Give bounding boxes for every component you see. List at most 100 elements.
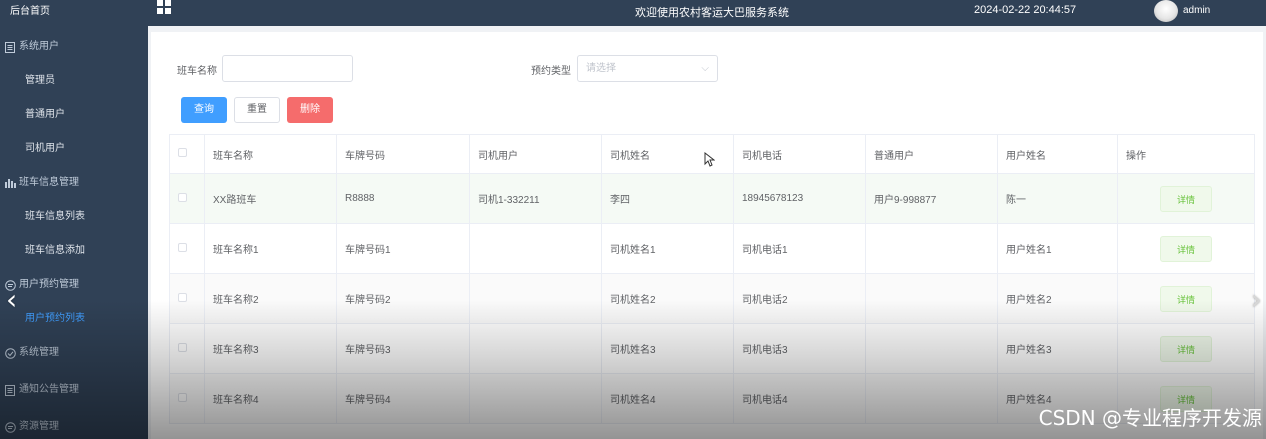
table-row: 班车名称2 车牌号码2 司机姓名2 司机电话2 用户姓名2 详情 <box>169 273 1255 324</box>
datetime: 2024-02-22 20:44:57 <box>974 4 1077 16</box>
table-cell <box>865 273 998 324</box>
table-cell: 车牌号码2 <box>336 273 470 324</box>
row-checkbox[interactable] <box>178 242 187 252</box>
sidebar-group-label: 系统用户 <box>19 41 59 52</box>
mouse-cursor-icon <box>704 151 716 170</box>
chat-icon <box>4 421 16 433</box>
booking-type-select[interactable]: 请选择 ⌵ <box>577 55 718 82</box>
sidebar-item-bus-add[interactable]: 班车信息添加 <box>0 234 148 268</box>
column-header: 用户姓名 <box>997 134 1118 174</box>
table-cell: 18945678123 <box>733 173 866 224</box>
detail-button[interactable]: 详情 <box>1160 235 1212 262</box>
username[interactable]: admin <box>1183 5 1210 16</box>
sidebar-item-booking-list[interactable]: 用户预约列表 <box>0 302 148 336</box>
document-icon <box>4 41 16 53</box>
sidebar-home[interactable]: 后台首页 <box>0 0 148 26</box>
watermark: CSDN @专业程序开发源 <box>1038 406 1262 430</box>
detail-button[interactable]: 详情 <box>1160 285 1212 312</box>
bus-name-input[interactable] <box>222 55 353 82</box>
row-checkbox[interactable] <box>178 392 187 402</box>
table-cell: 车牌号码4 <box>336 373 470 424</box>
column-header: 操作 <box>1117 134 1255 174</box>
sidebar-group-resource[interactable]: 资源管理 <box>0 410 148 439</box>
sidebar-group-label: 班车信息管理 <box>19 177 79 188</box>
table-cell: 班车名称2 <box>204 273 337 324</box>
row-select-cell <box>169 223 205 274</box>
row-checkbox[interactable] <box>178 192 187 202</box>
action-cell: 详情 <box>1117 173 1255 224</box>
column-header: 班车名称 <box>204 134 337 174</box>
table-cell: 班车名称4 <box>204 373 337 424</box>
chevron-down-icon: ⌵ <box>701 63 709 74</box>
table-cell: XX路班车 <box>204 173 337 224</box>
content-panel: 班车名称 预约类型 请选择 ⌵ 查询 重置 删除 班车名称 车牌号码 司机用户 … <box>151 32 1263 439</box>
row-select-cell <box>169 273 205 324</box>
table-cell: 用户9-998877 <box>865 173 998 224</box>
check-circle-icon <box>4 347 16 359</box>
prev-arrow-icon[interactable]: ‹ <box>6 283 17 316</box>
detail-button[interactable]: 详情 <box>1160 335 1212 362</box>
sidebar-group-bus-info[interactable]: 班车信息管理 <box>0 166 148 200</box>
booking-type-label: 预约类型 <box>531 66 571 77</box>
table-cell <box>865 323 998 374</box>
table-cell: 司机电话4 <box>733 373 866 424</box>
row-checkbox[interactable] <box>178 342 187 352</box>
reset-button[interactable]: 重置 <box>234 97 280 123</box>
action-cell: 详情 <box>1117 223 1255 274</box>
action-cell: 详情 <box>1117 273 1255 324</box>
table-cell: 司机电话1 <box>733 223 866 274</box>
booking-table: 班车名称 车牌号码 司机用户 司机姓名 司机电话 普通用户 用户姓名 操作 XX… <box>169 134 1255 424</box>
column-header: 司机电话 <box>733 134 866 174</box>
table-cell: 车牌号码1 <box>336 223 470 274</box>
sidebar-group-notice[interactable]: 通知公告管理 <box>0 373 148 407</box>
row-checkbox[interactable] <box>178 292 187 302</box>
next-arrow-icon[interactable]: › <box>1251 283 1262 316</box>
table-cell: 班车名称1 <box>204 223 337 274</box>
table-cell: 司机电话3 <box>733 323 866 374</box>
table-cell: R8888 <box>336 173 470 224</box>
table-cell: 司机1-332211 <box>469 173 602 224</box>
delete-button[interactable]: 删除 <box>287 97 333 123</box>
table-cell <box>865 373 998 424</box>
top-header: 欢迎使用农村客运大巴服务系统 2024-02-22 20:44:57 admin <box>148 0 1266 26</box>
sidebar-item-driver-user[interactable]: 司机用户 <box>0 132 148 166</box>
table-cell <box>469 273 602 324</box>
sidebar-group-label: 资源管理 <box>19 421 59 432</box>
detail-button[interactable]: 详情 <box>1160 185 1212 212</box>
avatar[interactable] <box>1154 0 1178 22</box>
sidebar-item-bus-list[interactable]: 班车信息列表 <box>0 200 148 234</box>
table-row: 班车名称3 车牌号码3 司机姓名3 司机电话3 用户姓名3 详情 <box>169 323 1255 374</box>
bar-chart-icon <box>4 177 16 189</box>
booking-type-placeholder: 请选择 <box>586 63 616 74</box>
main-content: 班车名称 预约类型 请选择 ⌵ 查询 重置 删除 班车名称 车牌号码 司机用户 … <box>148 26 1266 439</box>
table-cell: 司机姓名3 <box>601 323 734 374</box>
sidebar-item-normal-user[interactable]: 普通用户 <box>0 98 148 132</box>
table-cell: 司机姓名1 <box>601 223 734 274</box>
sidebar: 后台首页 系统用户 管理员 普通用户 司机用户 班车信息管理 班车信息列表 班车… <box>0 0 148 439</box>
table-cell <box>469 323 602 374</box>
table-cell <box>469 223 602 274</box>
select-all-checkbox[interactable] <box>178 148 187 157</box>
table-cell: 班车名称3 <box>204 323 337 374</box>
bus-name-label: 班车名称 <box>177 66 217 77</box>
document-icon <box>4 384 16 396</box>
table-row: 班车名称1 车牌号码1 司机姓名1 司机电话1 用户姓名1 详情 <box>169 223 1255 274</box>
sidebar-item-admin[interactable]: 管理员 <box>0 64 148 98</box>
table-cell: 司机姓名4 <box>601 373 734 424</box>
sidebar-group-system-users[interactable]: 系统用户 <box>0 30 148 64</box>
column-header: 车牌号码 <box>336 134 470 174</box>
table-cell: 陈一 <box>997 173 1118 224</box>
table-cell: 李四 <box>601 173 734 224</box>
table-cell: 用户姓名1 <box>997 223 1118 274</box>
menu-toggle-icon[interactable] <box>157 0 171 14</box>
table-cell <box>469 373 602 424</box>
column-header: 司机用户 <box>469 134 602 174</box>
sidebar-group-booking[interactable]: 用户预约管理 <box>0 268 148 302</box>
table-cell: 车牌号码3 <box>336 323 470 374</box>
row-select-cell <box>169 323 205 374</box>
sidebar-group-system-mgmt[interactable]: 系统管理 <box>0 336 148 370</box>
query-button[interactable]: 查询 <box>181 97 227 123</box>
table-cell <box>865 223 998 274</box>
action-cell: 详情 <box>1117 323 1255 374</box>
row-select-cell <box>169 373 205 424</box>
